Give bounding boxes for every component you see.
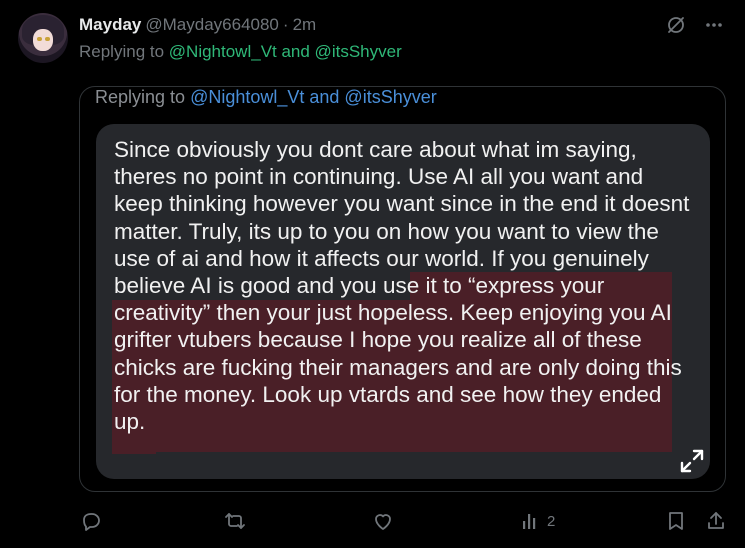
- quoted-media-card[interactable]: Replying to @Nightowl_Vt and @itsShyver …: [79, 86, 726, 492]
- expand-icon[interactable]: [679, 448, 705, 474]
- timestamp[interactable]: 2m: [293, 15, 317, 35]
- quoted-replying-to: Replying to @Nightowl_Vt and @itsShyver: [95, 87, 437, 108]
- retweet-button[interactable]: [224, 509, 246, 533]
- share-icon: [708, 512, 724, 529]
- quoted-message-text: Since obviously you dont care about what…: [114, 137, 690, 435]
- bookmark-icon: [669, 512, 683, 530]
- tweet-action-bar: 2: [79, 509, 727, 535]
- share-button[interactable]: [705, 509, 727, 533]
- grok-icon[interactable]: [665, 14, 687, 36]
- more-icon[interactable]: [703, 14, 725, 36]
- quoted-replying-prefix: Replying to: [95, 87, 191, 107]
- retweet-icon: [225, 513, 245, 529]
- replying-prefix: Replying to: [79, 42, 169, 61]
- bookmark-button[interactable]: [665, 509, 687, 533]
- tweet-top-actions: [665, 14, 725, 36]
- separator-dot: ·: [282, 15, 289, 34]
- views-icon: [523, 514, 536, 529]
- replying-users-link[interactable]: @Nightowl_Vt and @itsShyver: [169, 42, 402, 61]
- like-button[interactable]: [372, 509, 394, 533]
- avatar[interactable]: [18, 13, 68, 63]
- tweet-header: Mayday @Mayday664080 · 2m: [79, 14, 316, 36]
- like-icon: [375, 514, 391, 530]
- views-count: 2: [547, 512, 556, 530]
- quoted-message-bubble: Since obviously you dont care about what…: [96, 124, 710, 479]
- display-name[interactable]: Mayday: [79, 15, 141, 35]
- reply-icon: [83, 513, 100, 531]
- user-handle[interactable]: @Mayday664080: [145, 15, 279, 35]
- views-button[interactable]: 2: [520, 509, 555, 533]
- replying-to: Replying to @Nightowl_Vt and @itsShyver: [79, 42, 402, 62]
- quoted-replying-users: @Nightowl_Vt and @itsShyver: [190, 87, 437, 107]
- reply-button[interactable]: [80, 509, 102, 533]
